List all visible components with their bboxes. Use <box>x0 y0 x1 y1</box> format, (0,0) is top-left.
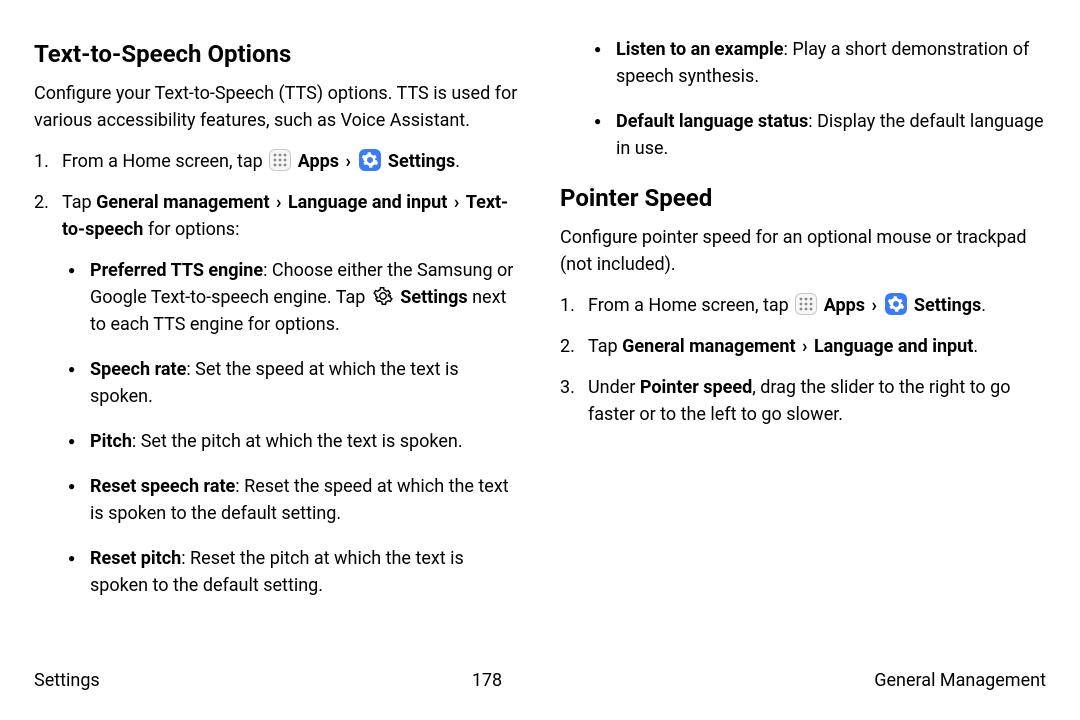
apps-icon <box>269 149 291 171</box>
apps-icon <box>795 293 817 315</box>
gear-icon <box>372 285 394 307</box>
tts-intro: Configure your Text-to-Speech (TTS) opti… <box>34 80 520 134</box>
footer-page-number: 178 <box>472 667 502 694</box>
settings-icon <box>359 149 381 171</box>
ps-step-3: Under Pointer speed, drag the slider to … <box>560 374 1046 428</box>
tts-steps: From a Home screen, tap Apps › Settings.… <box>34 148 520 599</box>
pointer-speed-heading: Pointer Speed <box>560 180 1046 216</box>
footer-right: General Management <box>874 667 1046 694</box>
apps-label: Apps <box>298 151 339 172</box>
option-reset-speech-rate: Reset speech rate: Reset the speed at wh… <box>62 473 520 527</box>
ps-step-1: From a Home screen, tap Apps › Settings. <box>560 292 1046 319</box>
settings-icon <box>885 293 907 315</box>
chevron-icon: › <box>346 151 351 172</box>
step-1: From a Home screen, tap Apps › Settings. <box>34 148 520 175</box>
right-column: Listen to an example: Play a short demon… <box>560 36 1046 617</box>
pointer-speed-intro: Configure pointer speed for an optional … <box>560 224 1046 278</box>
option-speech-rate: Speech rate: Set the speed at which the … <box>62 356 520 410</box>
option-default-language-status: Default language status: Display the def… <box>588 108 1046 162</box>
option-preferred-engine: Preferred TTS engine: Choose either the … <box>62 257 520 338</box>
ps-step-2: Tap General management › Language and in… <box>560 333 1046 360</box>
footer-left: Settings <box>34 667 100 694</box>
tts-options-list-continued: Listen to an example: Play a short demon… <box>588 36 1046 162</box>
page-footer: Settings 178 General Management <box>34 667 1046 694</box>
step-2: Tap General management › Language and in… <box>34 189 520 599</box>
apps-label: Apps <box>824 295 865 316</box>
option-listen-example: Listen to an example: Play a short demon… <box>588 36 1046 90</box>
chevron-icon: › <box>276 192 281 213</box>
settings-label: Settings <box>914 295 981 316</box>
option-pitch: Pitch: Set the pitch at which the text i… <box>62 428 520 455</box>
chevron-icon: › <box>802 336 807 357</box>
chevron-icon: › <box>872 295 877 316</box>
pointer-speed-steps: From a Home screen, tap Apps › Settings.… <box>560 292 1046 428</box>
tts-heading: Text-to-Speech Options <box>34 36 520 72</box>
option-reset-pitch: Reset pitch: Reset the pitch at which th… <box>62 545 520 599</box>
settings-label: Settings <box>388 151 455 172</box>
tts-options-list: Preferred TTS engine: Choose either the … <box>62 257 520 599</box>
left-column: Text-to-Speech Options Configure your Te… <box>34 36 520 617</box>
chevron-icon: › <box>454 192 459 213</box>
